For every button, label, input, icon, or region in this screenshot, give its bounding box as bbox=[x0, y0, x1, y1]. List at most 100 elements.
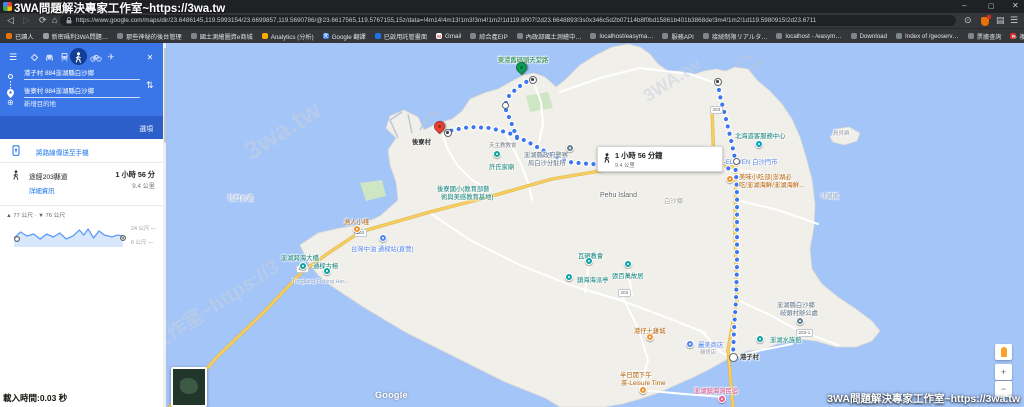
bookmark-label: 服務API bbox=[671, 32, 693, 41]
bookmark-label: localhost - /easym… bbox=[785, 33, 841, 40]
mode-walk-icon[interactable] bbox=[71, 51, 85, 65]
bookmark-label: 國土測繪圖資e商城 bbox=[200, 32, 253, 41]
bookmark-favicon bbox=[375, 33, 381, 39]
bookmark-item[interactable]: 內政部國土測繪中… bbox=[517, 32, 582, 41]
window-maximize-button[interactable]: ▢ bbox=[988, 2, 995, 10]
map-canvas[interactable]: 1 小時 56 分鐘 9.4 公里 Google + − 東港舊碼頭天堂路後寮村… bbox=[166, 43, 1024, 407]
back-icon[interactable]: ◁ bbox=[7, 13, 14, 28]
pegman-control[interactable] bbox=[995, 344, 1012, 360]
route-time-bubble[interactable]: 1 小時 56 分鐘 9.4 公里 bbox=[597, 146, 723, 172]
route-dots-icon bbox=[10, 81, 11, 89]
bookmark-label: 接続制限リアルタ… bbox=[712, 32, 768, 41]
bookmark-favicon bbox=[851, 33, 857, 39]
bookmark-item[interactable]: Index of /geoserv… bbox=[896, 33, 959, 40]
bookmark-item[interactable]: 新密碼利3WA問題… bbox=[43, 32, 109, 41]
bookmark-item[interactable]: 服務API bbox=[662, 32, 693, 41]
bookmark-label: 綜合產EIP bbox=[479, 32, 508, 41]
adblock-shield-icon[interactable] bbox=[981, 17, 989, 26]
elevation-max-label: 24 公尺 — bbox=[131, 224, 156, 232]
destination-input[interactable]: 後寮村 884澎湖縣白沙鄉 bbox=[24, 87, 140, 98]
restaurant-pin[interactable] bbox=[726, 175, 734, 183]
bookmark-item[interactable]: MGmail bbox=[436, 33, 461, 40]
reading-list-icon[interactable]: ▤ bbox=[996, 13, 1005, 28]
homestay-pin[interactable] bbox=[718, 395, 726, 403]
village-office-pin[interactable] bbox=[796, 317, 804, 325]
bookmark-item[interactable]: Download bbox=[851, 33, 888, 40]
mode-best-route-icon[interactable] bbox=[27, 50, 41, 64]
gas-station-pin[interactable] bbox=[379, 234, 387, 242]
origin-dot-icon bbox=[8, 74, 13, 79]
options-button[interactable]: 選項 bbox=[139, 123, 153, 133]
bookmark-item[interactable]: 已讀人 bbox=[6, 32, 34, 41]
bookmark-item[interactable]: 國土測繪圖資e商城 bbox=[191, 32, 253, 41]
add-destination-button[interactable]: 新增目的地 bbox=[24, 99, 56, 108]
close-directions-icon[interactable]: ✕ bbox=[143, 50, 157, 64]
adblock-badge bbox=[987, 15, 991, 19]
route-via-label: 途經203縣道 bbox=[29, 171, 68, 181]
bookmark-item[interactable]: 接続制限リアルタ… bbox=[703, 32, 768, 41]
bookmark-favicon bbox=[703, 33, 709, 39]
bookmark-label: 複甲人資買服務入口 bbox=[1019, 32, 1024, 41]
walking-icon bbox=[603, 153, 611, 164]
extension-icon[interactable]: ⊙ bbox=[964, 13, 972, 28]
bookmark-item[interactable]: 票據查詢 bbox=[968, 32, 1002, 41]
bookmark-favicon bbox=[43, 33, 49, 39]
heritage-house-pin[interactable] bbox=[624, 260, 632, 268]
watermark-top: 3WA問題解決專家工作室~https://3wa.tw bbox=[14, 0, 225, 16]
bookmark-favicon: 文 bbox=[323, 33, 329, 39]
banyan-attraction-pin[interactable] bbox=[323, 267, 331, 275]
mode-transit-icon[interactable] bbox=[57, 50, 71, 64]
bookmark-label: localhost/easyma… bbox=[599, 33, 653, 40]
watermark-bottom: 3WA問題解決專家工作室~https://3wa.tw bbox=[827, 391, 1020, 406]
swap-icon[interactable]: ⇅ bbox=[146, 80, 154, 91]
bookmark-label: 已啟用託管畫面 bbox=[384, 32, 427, 41]
chicken-restaurant-pin[interactable] bbox=[646, 333, 654, 341]
store-pin[interactable] bbox=[686, 340, 694, 348]
church-pin[interactable] bbox=[585, 257, 593, 265]
bookmark-favicon bbox=[776, 33, 782, 39]
mode-bike-icon[interactable] bbox=[89, 50, 103, 64]
family-shrine-pin[interactable] bbox=[493, 150, 501, 158]
bookmark-item[interactable]: 文Google 翻譯 bbox=[323, 32, 366, 41]
pavilion-pin[interactable] bbox=[565, 273, 573, 281]
window-close-button[interactable]: ✕ bbox=[1012, 1, 1019, 10]
teahouse-pin[interactable] bbox=[639, 386, 647, 394]
bookmark-favicon bbox=[590, 33, 596, 39]
bookmark-label: Download bbox=[860, 33, 888, 40]
food-pin[interactable] bbox=[353, 225, 361, 233]
origin-input[interactable]: 港子村 884澎湖縣白沙鄉 bbox=[24, 69, 140, 80]
police-station-pin[interactable] bbox=[566, 144, 574, 152]
bridge-attraction-pin[interactable] bbox=[299, 262, 307, 270]
bookmark-item[interactable]: 那些神秘的後台管理 bbox=[117, 32, 182, 41]
panel-scrollbar-thumb[interactable] bbox=[164, 48, 166, 143]
bookmark-item[interactable]: 綜合產EIP bbox=[470, 32, 508, 41]
visitor-center-pin[interactable] bbox=[755, 140, 763, 148]
directions-header: ☰ ✈ ✕ 港子村 884澎湖縣白沙鄉 bbox=[0, 43, 163, 116]
bookmarks-bar: 已讀人新密碼利3WA問題… 那些神秘的後台管理 國土測繪圖資e商城 Analytics… bbox=[0, 29, 1024, 43]
bookmark-favicon bbox=[6, 33, 12, 39]
route-details-link[interactable]: 詳細資訊 bbox=[29, 186, 55, 195]
bookmark-favicon bbox=[968, 33, 974, 39]
bookmark-favicon: M bbox=[436, 33, 442, 39]
url-bar[interactable]: https://www.google.com/maps/dir/23.64861… bbox=[60, 15, 956, 26]
mode-drive-icon[interactable] bbox=[42, 50, 56, 64]
bookmark-item[interactable]: Analytics (分析) bbox=[262, 32, 314, 41]
bookmark-label: Google 翻譯 bbox=[332, 32, 366, 41]
mode-flight-icon[interactable]: ✈ bbox=[104, 50, 118, 64]
aquarium-pin[interactable] bbox=[756, 335, 764, 343]
bubble-duration: 1 小時 56 分鐘 bbox=[615, 151, 662, 161]
bookmark-item[interactable]: 已啟用託管畫面 bbox=[375, 32, 427, 41]
pegman-icon bbox=[1001, 347, 1007, 357]
map-graphics bbox=[166, 43, 1024, 407]
window-minimize-button[interactable]: – bbox=[962, 1, 966, 10]
satellite-inset-toggle[interactable] bbox=[171, 367, 207, 407]
browser-menu-icon[interactable]: ☰ bbox=[1010, 13, 1018, 28]
elevation-start-marker bbox=[15, 237, 20, 242]
zoom-in-button[interactable]: + bbox=[995, 364, 1012, 380]
elevation-summary: ▲ 77 公尺 · ▼ 76 公尺 bbox=[6, 210, 65, 219]
bookmark-item[interactable]: localhost/easyma… bbox=[590, 33, 653, 40]
bookmark-item[interactable]: localhost - /easym… bbox=[776, 33, 841, 40]
menu-icon[interactable]: ☰ bbox=[6, 50, 20, 64]
send-to-phone-label[interactable]: 將路線傳送至手機 bbox=[36, 147, 89, 157]
bookmark-label: 那些神秘的後台管理 bbox=[126, 32, 182, 41]
